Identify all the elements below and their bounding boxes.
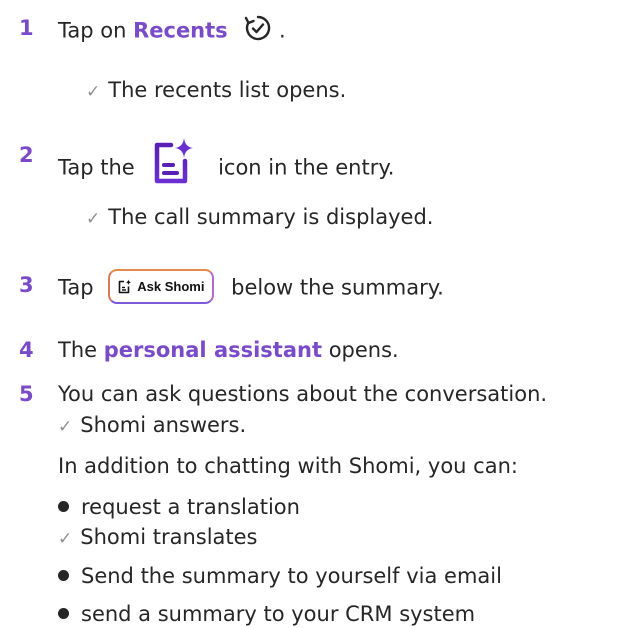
ask-shomi-label: Ask Shomi bbox=[137, 278, 205, 294]
option-text: Send the summary to yourself via email bbox=[81, 564, 502, 588]
step-number: 2 bbox=[19, 143, 34, 167]
step-number: 3 bbox=[19, 273, 34, 297]
step-1-result: ✓ The recents list opens. bbox=[86, 76, 346, 106]
refresh-check-icon bbox=[244, 14, 272, 49]
bullet-icon bbox=[58, 608, 69, 619]
bullet-icon bbox=[58, 501, 69, 512]
check-icon: ✓ bbox=[86, 82, 101, 102]
step-text: The bbox=[58, 338, 98, 362]
step-number: 5 bbox=[19, 382, 34, 406]
option-item: request a translation bbox=[58, 493, 300, 521]
option-text: request a translation bbox=[81, 495, 300, 519]
step-text: Tap the bbox=[58, 155, 135, 180]
step-3-instruction: Tap Ask Shomi below the summary. bbox=[58, 269, 444, 306]
bullet-icon bbox=[58, 570, 69, 581]
check-icon: ✓ bbox=[58, 529, 73, 549]
option-text: send a summary to your CRM system bbox=[81, 602, 476, 626]
option-item: Send the summary to yourself via email bbox=[58, 562, 502, 590]
result-text: Shomi translates bbox=[80, 525, 258, 549]
step-text: Tap on bbox=[58, 18, 127, 43]
step-text-end: icon in the entry. bbox=[218, 155, 395, 180]
result-text: The recents list opens. bbox=[108, 78, 347, 102]
step-5-instruction: You can ask questions about the conversa… bbox=[58, 382, 548, 406]
step-4-instruction: The personal assistant opens. bbox=[58, 336, 399, 364]
result-text: The call summary is displayed. bbox=[108, 205, 434, 229]
step-number: 1 bbox=[19, 16, 34, 40]
step-text-end: below the summary. bbox=[231, 275, 444, 300]
recents-link[interactable]: Recents bbox=[133, 19, 228, 43]
check-icon: ✓ bbox=[58, 417, 73, 437]
step-5-result: ✓ Shomi answers. bbox=[58, 411, 246, 441]
step-2-instruction: Tap the icon in the entry. bbox=[58, 138, 395, 196]
check-icon: ✓ bbox=[86, 209, 101, 229]
step-text-end: opens. bbox=[328, 338, 399, 362]
option-item: send a summary to your CRM system bbox=[58, 600, 475, 628]
step-text-end: . bbox=[279, 18, 286, 43]
step-2-result: ✓ The call summary is displayed. bbox=[86, 203, 433, 233]
step-number: 4 bbox=[19, 338, 34, 362]
step-text: Tap bbox=[58, 275, 94, 300]
result-text: Shomi answers. bbox=[80, 413, 247, 437]
option-result: ✓ Shomi translates bbox=[58, 523, 258, 553]
step-1-instruction: Tap on Recents . bbox=[58, 14, 286, 49]
personal-assistant-link[interactable]: personal assistant bbox=[104, 338, 322, 362]
step-5-extra: In addition to chatting with Shomi, you … bbox=[58, 454, 518, 478]
ask-shomi-button[interactable]: Ask Shomi bbox=[108, 269, 215, 304]
summary-sparkle-icon bbox=[118, 279, 132, 294]
summary-sparkle-icon bbox=[151, 137, 197, 192]
